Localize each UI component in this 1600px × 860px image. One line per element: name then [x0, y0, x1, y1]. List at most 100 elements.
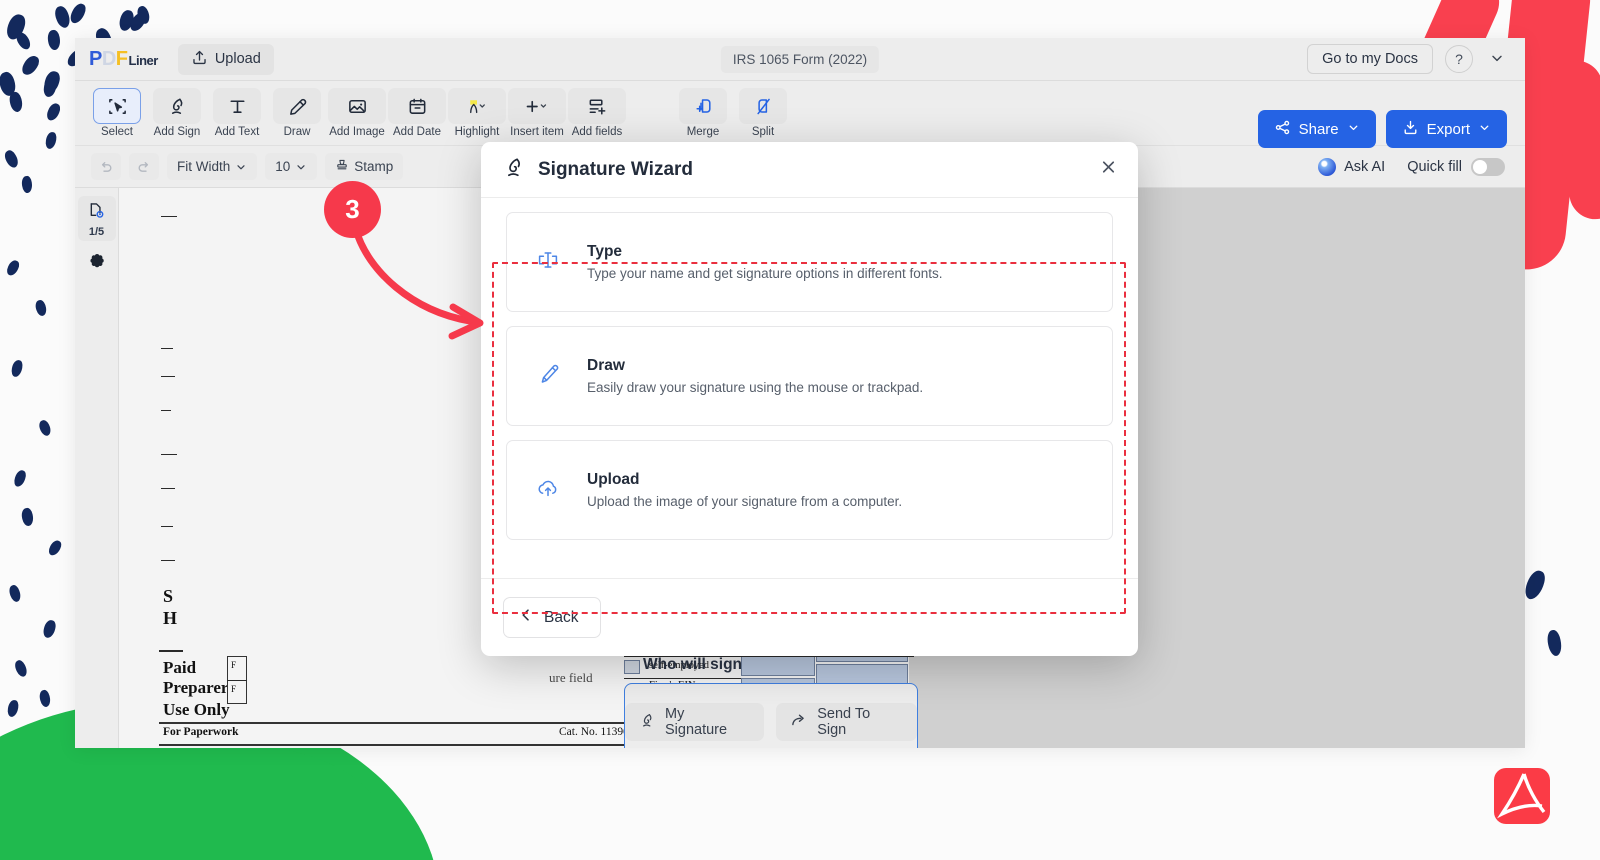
tool-add-sign[interactable]: Add Sign: [147, 86, 207, 138]
tool-split-label: Split: [751, 126, 775, 138]
quick-fill-control: Quick fill: [1407, 157, 1505, 176]
signature-pen-icon: [153, 88, 201, 124]
stamp-label: Stamp: [354, 159, 394, 174]
ask-ai-button[interactable]: Ask AI: [1318, 157, 1386, 176]
logo-word-liner: Liner: [128, 52, 159, 68]
option-draw-desc: Easily draw your signature using the mou…: [587, 380, 924, 395]
tool-insert-item[interactable]: Insert item: [507, 86, 567, 138]
primary-actions: Share Export: [1257, 110, 1507, 148]
tool-add-date[interactable]: Add Date: [387, 86, 447, 138]
header-chevron-down-icon[interactable]: [1485, 50, 1509, 69]
modal-title: Signature Wizard: [538, 158, 694, 180]
go-to-my-docs-button[interactable]: Go to my Docs: [1307, 44, 1433, 74]
tool-add-fields-label: Add fields: [571, 126, 623, 138]
signature-pen-icon: [503, 156, 526, 184]
tool-draw-label: Draw: [283, 126, 311, 138]
font-size-select[interactable]: 10: [265, 153, 318, 180]
tool-add-fields[interactable]: Add fields: [567, 86, 627, 138]
doc-sign-here-s: S: [163, 586, 174, 606]
stamp-icon: [335, 158, 349, 175]
draw-pen-icon: [273, 88, 321, 124]
left-rail: 1/5: [75, 188, 119, 748]
share-button[interactable]: Share: [1257, 110, 1376, 148]
option-type-title: Type: [587, 243, 623, 260]
who-will-sign-title: Who will sign: [643, 656, 743, 673]
tool-add-image[interactable]: Add Image: [327, 86, 387, 138]
upload-button[interactable]: Upload: [177, 43, 274, 75]
quick-fill-label: Quick fill: [1407, 158, 1462, 175]
signature-pen-icon: [639, 712, 656, 733]
text-t-icon: [213, 88, 261, 124]
my-signature-button[interactable]: My Signature: [625, 703, 765, 741]
decor-red-brush-c: [1546, 56, 1600, 224]
send-to-sign-label: Send To Sign: [817, 706, 871, 738]
page-thumbnails-icon: [87, 201, 106, 225]
export-chevron-down-icon: [1478, 121, 1491, 138]
tool-add-date-label: Add Date: [393, 126, 441, 138]
chevron-left-icon: [518, 607, 534, 628]
cloud-upload-icon: [535, 475, 561, 506]
option-type-text: Type Type your name and get signature op…: [587, 243, 942, 281]
header-right-actions: Go to my Docs ?: [1307, 44, 1525, 74]
send-to-sign-button[interactable]: Send To Sign: [776, 703, 917, 741]
option-draw-title: Draw: [587, 357, 625, 374]
quick-fill-toggle[interactable]: [1471, 157, 1505, 176]
tool-select[interactable]: Select: [87, 86, 147, 138]
tool-select-label: Select: [101, 126, 133, 138]
doc-preparer-f1: F: [231, 660, 237, 670]
option-draw-text: Draw Easily draw your signature using th…: [587, 357, 923, 395]
share-arrow-icon: [790, 711, 808, 733]
zoom-mode-value: Fit Width: [177, 159, 231, 174]
doc-paid-2: Preparer: [163, 678, 229, 697]
back-button[interactable]: Back: [503, 597, 602, 638]
modal-footer: Back: [481, 578, 1138, 656]
gear-icon: [87, 252, 107, 277]
doc-paperwork: For Paperwork: [163, 726, 239, 738]
merge-icon: [679, 88, 727, 124]
screen-root: P D F Liner Upload IRS 1065 Form (2022) Go …: [0, 0, 1600, 860]
tool-draw[interactable]: Draw: [267, 86, 327, 138]
doc-sign-here-h: H: [163, 608, 178, 628]
doc-paid-1: Paid: [163, 658, 197, 677]
option-upload[interactable]: Upload Upload the image of your signatur…: [506, 440, 1113, 540]
signature-wizard-modal: Signature Wizard Type Type your name and…: [481, 142, 1138, 656]
font-size-chevron-down-icon: [297, 164, 305, 169]
upload-icon: [191, 49, 208, 70]
page-thumbnails-button[interactable]: 1/5: [77, 196, 116, 241]
tool-split[interactable]: Split: [733, 86, 793, 138]
who-will-sign-popup: Who will sign My Signature Send To Sign: [624, 656, 918, 748]
undo-button[interactable]: [91, 153, 121, 180]
ask-ai-label: Ask AI: [1344, 158, 1386, 175]
document-title[interactable]: IRS 1065 Form (2022): [720, 45, 880, 73]
tool-add-text[interactable]: Add Text: [207, 86, 267, 138]
ask-ai-orb-icon: [1318, 157, 1337, 176]
close-icon[interactable]: [1099, 157, 1118, 182]
stamp-button[interactable]: Stamp: [325, 153, 404, 180]
select-cursor-icon: [93, 88, 141, 124]
export-button[interactable]: Export: [1385, 110, 1507, 148]
highlighter-icon: [448, 88, 506, 124]
upload-label: Upload: [214, 51, 261, 67]
help-button[interactable]: ?: [1445, 45, 1473, 73]
pdf-logo-watermark: [1494, 768, 1550, 824]
share-label: Share: [1298, 120, 1339, 138]
settings-button[interactable]: [78, 247, 116, 281]
pdfliner-logo[interactable]: P D F Liner: [89, 48, 158, 71]
highlight-annotation-box: [492, 262, 1126, 614]
text-cursor-icon: [535, 247, 561, 278]
modal-header: Signature Wizard: [481, 142, 1138, 198]
option-draw[interactable]: Draw Easily draw your signature using th…: [506, 326, 1113, 426]
secondary-toolbar-right: Ask AI Quick fill: [1318, 157, 1525, 176]
zoom-mode-select[interactable]: Fit Width: [167, 153, 258, 180]
my-signature-label: My Signature: [665, 706, 728, 738]
image-icon: [328, 88, 386, 124]
page-indicator: 1/5: [88, 226, 105, 238]
tool-highlight[interactable]: Highlight: [447, 86, 507, 138]
font-size-value: 10: [275, 159, 291, 174]
redo-button[interactable]: [129, 153, 159, 180]
tool-add-sign-label: Add Sign: [153, 126, 201, 138]
split-icon: [739, 88, 787, 124]
option-type[interactable]: Type Type your name and get signature op…: [506, 212, 1113, 312]
tool-merge[interactable]: Merge: [673, 86, 733, 138]
option-upload-title: Upload: [587, 471, 640, 488]
